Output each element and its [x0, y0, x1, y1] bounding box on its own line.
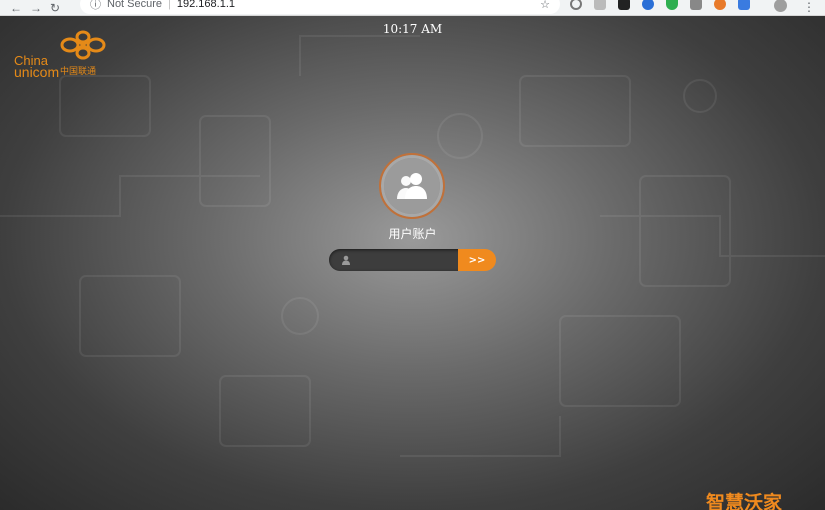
extension-puzzle-icon[interactable] — [690, 0, 702, 10]
extension-black-icon[interactable] — [618, 0, 630, 10]
china-unicom-logo: China unicom 中国联通 — [14, 30, 110, 82]
address-bar[interactable]: ⓘ Not Secure | 192.168.1.1 ☆ — [80, 0, 560, 14]
login-page: China unicom 中国联通 10:17 AM 用户账户 >> 智慧沃家 — [0, 16, 825, 510]
login-form: >> — [329, 249, 497, 271]
login-submit-button[interactable]: >> — [458, 249, 496, 271]
extension-orange-icon[interactable] — [714, 0, 726, 10]
extension-icons — [570, 0, 750, 10]
extension-circle-icon[interactable] — [570, 0, 582, 10]
info-icon[interactable]: ⓘ — [90, 0, 101, 12]
username-field-wrapper — [329, 249, 463, 271]
logo-text-cn: 中国联通 — [60, 67, 97, 77]
browser-menu-icon[interactable]: ⋮ — [803, 0, 815, 14]
smart-home-brand: 智慧沃家 — [706, 492, 783, 510]
user-avatar — [379, 153, 445, 219]
account-label: 用户账户 — [388, 227, 437, 241]
users-icon — [397, 173, 427, 199]
url-text[interactable]: 192.168.1.1 — [177, 0, 235, 10]
user-icon — [342, 255, 350, 265]
avatar-inner — [384, 158, 440, 214]
address-separator: | — [168, 0, 171, 10]
browser-toolbar: ← → ↻ ⓘ Not Secure | 192.168.1.1 ☆ ⋮ — [0, 0, 825, 16]
security-status: Not Secure — [107, 0, 163, 10]
extension-gray-icon[interactable] — [594, 0, 606, 10]
username-input[interactable] — [357, 252, 461, 268]
browser-nav: ← → ↻ — [0, 2, 60, 14]
bookmark-star-icon[interactable]: ☆ — [540, 0, 550, 11]
clock-time: 10:17 AM — [382, 22, 443, 36]
extension-badge-icon[interactable] — [738, 0, 750, 10]
extension-blue-icon[interactable] — [642, 0, 654, 10]
profile-avatar[interactable] — [774, 0, 787, 12]
forward-arrow-icon[interactable]: → — [30, 2, 42, 14]
back-arrow-icon[interactable]: ← — [10, 2, 22, 14]
logo-text-unicom: unicom — [14, 64, 60, 80]
extension-shield-icon[interactable] — [666, 0, 678, 10]
reload-icon[interactable]: ↻ — [50, 2, 60, 14]
